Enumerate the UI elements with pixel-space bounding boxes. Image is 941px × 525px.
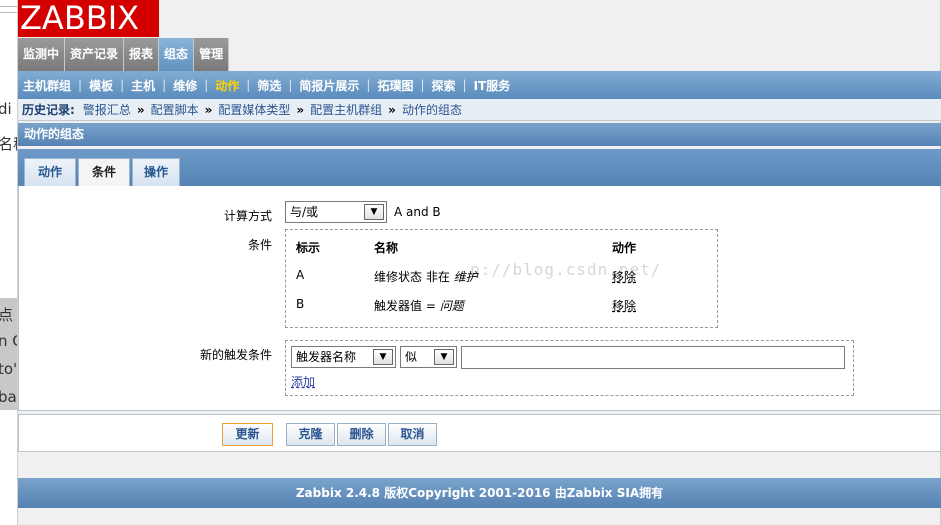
- main-menu-administration[interactable]: 管理: [194, 38, 230, 71]
- update-button[interactable]: 更新: [222, 423, 273, 446]
- menu-separator: |: [420, 78, 425, 92]
- column-header-action: 动作: [612, 241, 637, 255]
- remove-condition-link[interactable]: 移除: [612, 268, 636, 285]
- main-menu: 监测中 资产记录 报表 组态 管理: [18, 38, 230, 71]
- sub-menu-slide-shows[interactable]: 简报片展示: [299, 77, 359, 94]
- sub-menu-maintenance[interactable]: 维修: [173, 77, 197, 94]
- menu-separator: |: [288, 78, 293, 92]
- bg-text: n C: [0, 332, 17, 350]
- main-menu-configuration[interactable]: 组态: [159, 38, 195, 71]
- conditions-table: 标示 名称 动作 p://blog.csdn.net/ A 维修状态 非在 维护…: [285, 229, 718, 328]
- calc-type-select[interactable]: 与/或 ▼: [285, 201, 387, 223]
- tab-operations[interactable]: 操作: [132, 158, 180, 186]
- condition-name-value: 问题: [439, 299, 464, 313]
- sub-menu-maps[interactable]: 拓璞图: [377, 77, 413, 94]
- bg-line: [0, 6, 17, 7]
- condition-name: 维修状态 非在 维护: [374, 268, 478, 285]
- form-panel: 计算方式 与/或 ▼ A and B 条件 标示 名称 动作 p://blog.…: [18, 186, 941, 411]
- menu-separator: |: [462, 78, 467, 92]
- condition-type-select[interactable]: 触发器名称 ▼: [291, 346, 396, 368]
- main-menu-monitoring[interactable]: 监测中: [18, 38, 66, 71]
- sub-menu-host-groups[interactable]: 主机群组: [23, 77, 71, 94]
- calc-type-value: 与/或: [290, 205, 319, 219]
- tab-bar: 动作 条件 操作: [18, 149, 941, 186]
- bg-line: [0, 12, 17, 13]
- condition-name-text: 触发器值 =: [374, 299, 440, 313]
- sub-menu-templates[interactable]: 模板: [89, 77, 113, 94]
- remove-condition-link[interactable]: 移除: [612, 297, 636, 314]
- condition-type-value: 触发器名称: [296, 350, 357, 364]
- main-menu-inventory[interactable]: 资产记录: [65, 38, 125, 71]
- breadcrumb-separator: »: [296, 102, 305, 117]
- button-bar: 更新 克隆 删除 取消: [18, 414, 941, 452]
- breadcrumb-item[interactable]: 动作的组态: [402, 101, 462, 118]
- menu-separator: |: [246, 78, 251, 92]
- zabbix-logo[interactable]: ZABBIX: [18, 0, 159, 37]
- main-menu-reports[interactable]: 报表: [124, 38, 160, 71]
- menu-separator: |: [162, 78, 167, 92]
- page-title: 动作的组态: [18, 123, 941, 146]
- cancel-button[interactable]: 取消: [388, 423, 437, 446]
- breadcrumb: 历史记录: 警报汇总 » 配置脚本 » 配置媒体类型 » 配置主机群组 » 动作…: [18, 99, 941, 121]
- breadcrumb-item[interactable]: 配置脚本: [151, 101, 199, 118]
- bg-text: di: [0, 100, 12, 118]
- sub-menu-actions[interactable]: 动作: [215, 77, 239, 94]
- column-header-name: 名称: [374, 241, 399, 255]
- tab-action[interactable]: 动作: [24, 158, 76, 186]
- menu-separator: |: [120, 78, 125, 92]
- sub-menu-it-services[interactable]: IT服务: [474, 77, 511, 94]
- history-label: 历史记录:: [22, 103, 75, 117]
- bg-text: 点: [0, 304, 13, 325]
- delete-button[interactable]: 删除: [337, 423, 386, 446]
- new-condition-box: 触发器名称 ▼ 似 ▼ 添加: [285, 340, 854, 396]
- chevron-down-icon[interactable]: ▼: [434, 349, 454, 365]
- condition-operator-select[interactable]: 似 ▼: [400, 346, 457, 368]
- condition-value-input[interactable]: [461, 346, 845, 369]
- new-condition-label: 新的触发条件: [199, 348, 272, 362]
- conditions-label: 条件: [247, 238, 272, 252]
- breadcrumb-separator: »: [204, 102, 213, 117]
- menu-separator: |: [204, 78, 209, 92]
- chevron-down-icon[interactable]: ▼: [364, 204, 384, 220]
- calc-formula: A and B: [394, 205, 441, 219]
- condition-name: 触发器值 = 问题: [374, 297, 464, 314]
- background-window: di 名称 点 n C to' ba: [0, 0, 18, 525]
- condition-name-value: 维护: [453, 270, 478, 284]
- footer: Zabbix 2.4.8 版权Copyright 2001-2016 由Zabb…: [18, 478, 941, 508]
- zabbix-app: ZABBIX 监测中 资产记录 报表 组态 管理 主机群组 | 模板 | 主机 …: [18, 0, 941, 525]
- breadcrumb-separator: »: [136, 102, 145, 117]
- tab-conditions[interactable]: 条件: [78, 158, 130, 186]
- condition-name-text: 维修状态 非在: [374, 270, 454, 284]
- sub-menu-hosts[interactable]: 主机: [131, 77, 155, 94]
- breadcrumb-separator: »: [388, 102, 396, 117]
- bg-text: 名称: [0, 133, 17, 154]
- calc-label: 计算方式: [223, 209, 272, 223]
- condition-operator-value: 似: [405, 350, 418, 364]
- condition-id: B: [296, 297, 305, 311]
- breadcrumb-item[interactable]: 配置主机群组: [310, 101, 382, 118]
- sub-menu-discovery[interactable]: 探索: [432, 77, 456, 94]
- add-condition-link[interactable]: 添加: [291, 373, 315, 390]
- chevron-down-icon[interactable]: ▼: [373, 349, 393, 365]
- bg-text: to': [0, 360, 18, 378]
- sub-menu-filters[interactable]: 筛选: [257, 77, 281, 94]
- breadcrumb-item[interactable]: 配置媒体类型: [218, 101, 290, 118]
- clone-button[interactable]: 克隆: [286, 423, 335, 446]
- bg-text: ba: [0, 388, 17, 406]
- sub-menu: 主机群组 | 模板 | 主机 | 维修 | 动作 | 筛选 | 简报片展示 | …: [18, 71, 941, 99]
- menu-separator: |: [366, 78, 371, 92]
- breadcrumb-item[interactable]: 警报汇总: [83, 101, 131, 118]
- condition-id: A: [296, 268, 305, 282]
- menu-separator: |: [78, 78, 83, 92]
- column-header-label: 标示: [296, 241, 321, 255]
